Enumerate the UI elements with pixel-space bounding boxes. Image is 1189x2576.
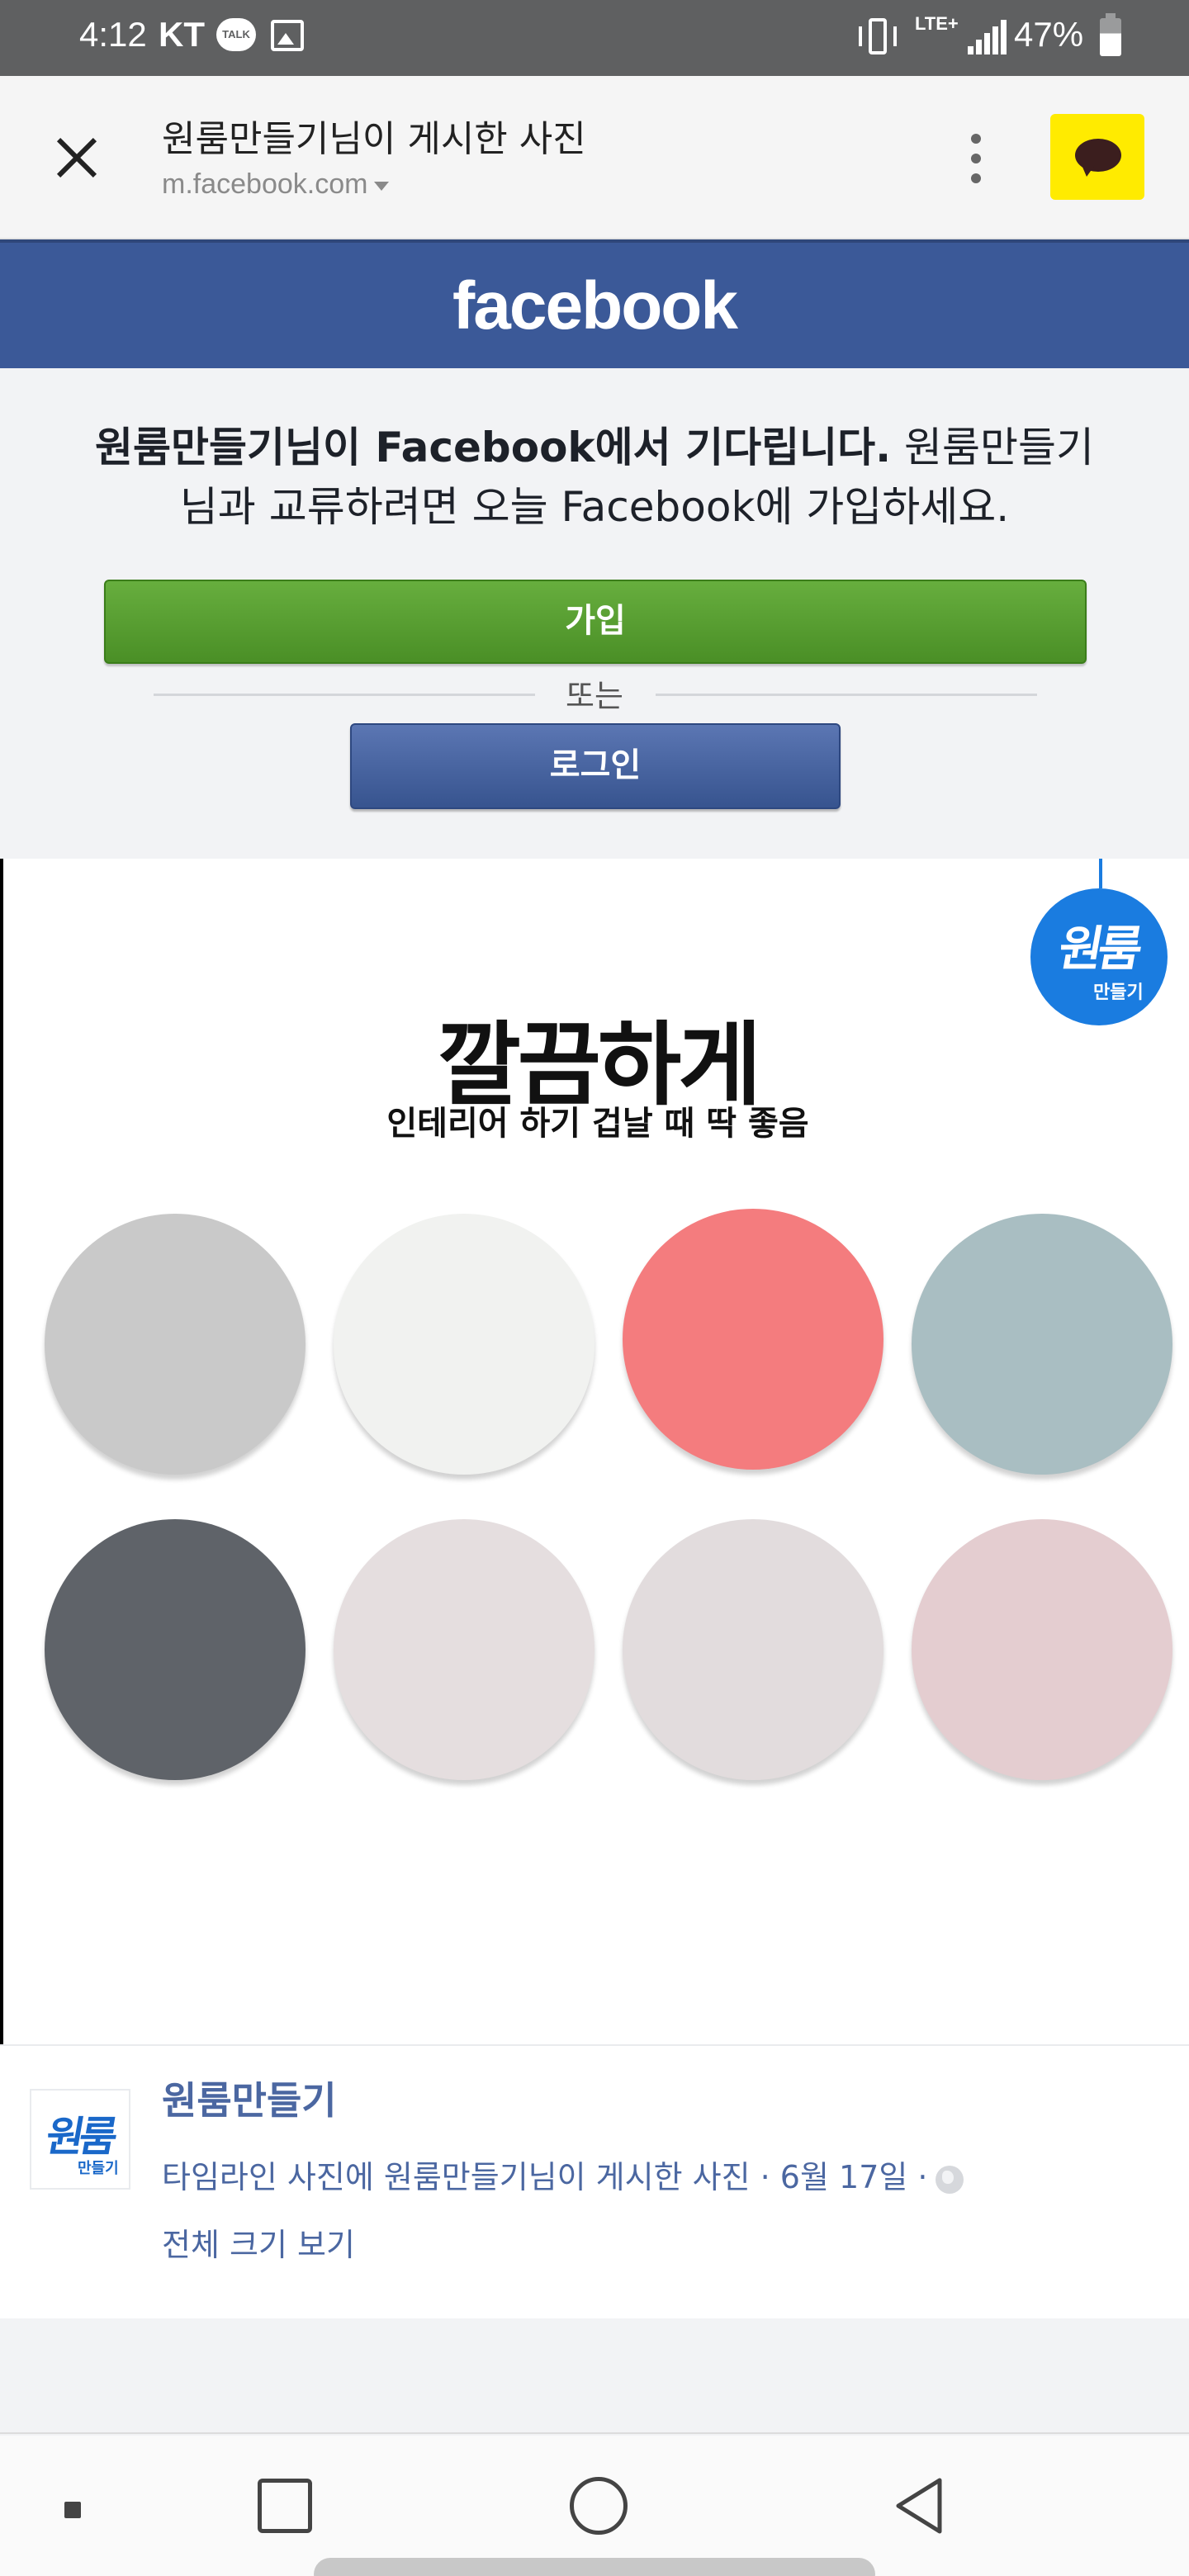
- post-photo[interactable]: 원룸 만들기 깔끔하게 인테리어 하기 겁날 때 딱 좋음: [0, 859, 1189, 2044]
- color-swatch: [45, 1214, 306, 1475]
- color-swatch: [912, 1214, 1172, 1475]
- divider-left: [154, 694, 535, 696]
- page-name-link[interactable]: 원룸만들기: [162, 2071, 337, 2125]
- url-dropdown[interactable]: m.facebook.com: [162, 168, 390, 201]
- system-nav-bar: [0, 2436, 1189, 2576]
- divider-right: [656, 694, 1037, 696]
- color-swatch: [623, 1209, 883, 1470]
- color-swatch: [45, 1519, 306, 1780]
- color-swatch: [334, 1214, 594, 1475]
- post-meta: 타임라인 사진에 원룸만들기님이 게시한 사진 · 6월 17일 ·: [162, 2152, 964, 2197]
- more-options-icon[interactable]: [964, 129, 988, 188]
- url-text: m.facebook.com: [162, 168, 368, 200]
- network-type: LTE+: [915, 13, 959, 34]
- vibrate-icon: [859, 18, 897, 54]
- status-bar: 4:12 KT TALK LTE+ 47%: [0, 0, 1189, 76]
- signup-message-bold: 원룸만들기님이 Facebook에서 기다립니다.: [95, 424, 892, 471]
- battery-icon: [1100, 13, 1121, 56]
- home-icon[interactable]: [570, 2477, 628, 2535]
- signal-icon: [968, 18, 1007, 54]
- battery-percent: 47%: [1014, 15, 1084, 54]
- signup-message: 원룸만들기님이 Facebook에서 기다립니다. 원룸만들기님과 교류하려면 …: [83, 418, 1106, 537]
- post-info: 원룸 만들기 원룸만들기 타임라인 사진에 원룸만들기님이 게시한 사진 · 6…: [0, 2044, 1189, 2318]
- color-swatch: [912, 1519, 1172, 1780]
- view-full-size-link[interactable]: 전체 크기 보기: [162, 2219, 355, 2265]
- login-button[interactable]: 로그인: [350, 723, 841, 809]
- back-icon[interactable]: [892, 2475, 945, 2536]
- color-swatch: [334, 1519, 594, 1780]
- status-time: 4:12: [79, 15, 147, 54]
- gesture-handle[interactable]: [314, 2558, 875, 2576]
- page-avatar[interactable]: 원룸 만들기: [30, 2089, 130, 2190]
- recent-apps-icon[interactable]: [258, 2479, 312, 2533]
- caret-down-icon: [374, 181, 390, 191]
- globe-icon: [936, 2165, 964, 2194]
- signup-prompt: 원룸만들기님이 Facebook에서 기다립니다. 원룸만들기님과 교류하려면 …: [0, 368, 1189, 859]
- page-title: 원룸만들기님이 게시한 사진: [162, 118, 586, 160]
- color-swatch: [623, 1519, 883, 1780]
- talk-icon: TALK: [216, 18, 256, 51]
- post-meta-text: 타임라인 사진에 원룸만들기님이 게시한 사진 · 6월 17일 ·: [162, 2159, 928, 2195]
- gallery-icon: [271, 20, 304, 51]
- join-button[interactable]: 가입: [104, 580, 1087, 664]
- photo-subtitle: 인테리어 하기 겁날 때 딱 좋음: [386, 1105, 809, 1143]
- kakaotalk-share-button[interactable]: [1050, 114, 1144, 200]
- page-footer-gap: [0, 2318, 1189, 2434]
- nav-dot-icon[interactable]: [64, 2502, 81, 2518]
- facebook-header: facebook: [0, 239, 1189, 368]
- close-icon[interactable]: [50, 132, 102, 185]
- status-carrier: KT: [159, 15, 205, 54]
- browser-header: 원룸만들기님이 게시한 사진 m.facebook.com: [0, 76, 1189, 239]
- facebook-logo[interactable]: facebook: [0, 268, 1189, 345]
- or-label: 또는: [566, 678, 623, 714]
